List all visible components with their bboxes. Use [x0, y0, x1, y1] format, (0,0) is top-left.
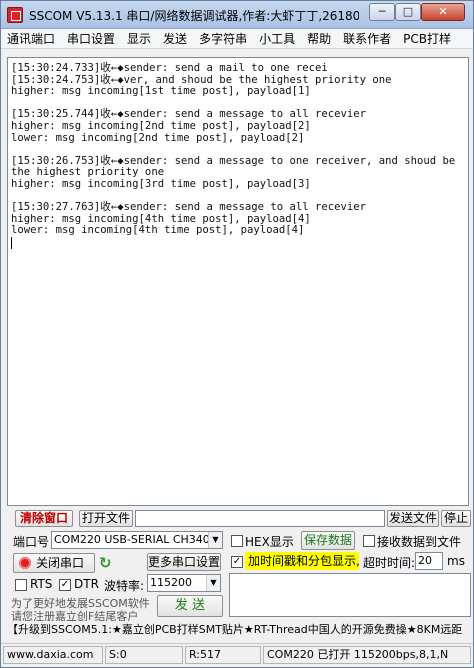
log-line: [15:30:24.733]收←◆sender: send a mail to …	[11, 62, 328, 74]
menu-help[interactable]: 帮助	[301, 29, 337, 48]
send-text-input[interactable]	[229, 573, 471, 617]
minimize-button[interactable]: ─	[369, 3, 395, 21]
sscom-window: SSCOM V5.13.1 串口/网络数据调试器,作者:大虾丁丁,2618058…	[0, 0, 474, 668]
menu-serial-settings[interactable]: 串口设置	[61, 29, 121, 48]
app-icon	[7, 7, 23, 23]
text-cursor	[11, 236, 12, 249]
menu-contact-author[interactable]: 联系作者	[337, 29, 397, 48]
menu-tools[interactable]: 小工具	[253, 29, 301, 48]
rts-label: RTS	[30, 577, 53, 591]
menu-send[interactable]: 发送	[157, 29, 193, 48]
close-port-label: 关闭串口	[36, 556, 85, 570]
website-link[interactable]: www.daxia.com	[3, 646, 103, 664]
port-label: 端口号	[13, 535, 50, 549]
menu-comm-port[interactable]: 通讯端口	[1, 29, 61, 48]
log-line: [15:30:26.753]收←◆sender: send a message …	[11, 154, 462, 179]
baud-rate-select[interactable]: 115200 ▼	[147, 574, 221, 592]
chevron-down-icon: ▼	[208, 532, 222, 548]
log-line: higher: msg incoming[3rd time post], pay…	[11, 177, 311, 190]
menu-display[interactable]: 显示	[121, 29, 157, 48]
title-bar[interactable]: SSCOM V5.13.1 串口/网络数据调试器,作者:大虾丁丁,2618058…	[1, 1, 473, 29]
log-line: lower: msg incoming[2nd time post], payl…	[11, 131, 305, 144]
log-line: lower: msg incoming[4th time post], payl…	[11, 224, 305, 237]
timestamp-checkbox[interactable]: ✓	[231, 556, 243, 568]
refresh-icon[interactable]: ↻	[99, 554, 112, 572]
received-count: R:517	[185, 646, 261, 664]
save-data-button[interactable]: 保存数据	[301, 531, 355, 550]
timeout-label: 超时时间:	[363, 556, 416, 570]
maximize-button[interactable]: □	[395, 3, 421, 21]
menu-multi-string[interactable]: 多字符串	[193, 29, 253, 48]
menu-pcb-proofing[interactable]: PCB打样	[397, 29, 457, 48]
log-line: [15:30:27.763]收←◆sender: send a message …	[11, 201, 367, 214]
hex-display-label: HEX显示	[245, 535, 294, 549]
clear-window-button[interactable]: 清除窗口	[15, 510, 73, 527]
close-port-button[interactable]: 关闭串口	[13, 553, 95, 573]
promo-marquee[interactable]: 【升级到SSCOM5.1:★嘉立创PCB打样SMT贴片★RT-Thread中国人…	[7, 621, 471, 639]
send-button[interactable]: 发 送	[157, 595, 223, 617]
chevron-down-icon: ▼	[206, 575, 220, 591]
status-bar: www.daxia.com S:0 R:517 COM220 已打开 11520…	[1, 643, 473, 665]
more-serial-settings-button[interactable]: 更多串口设置	[147, 553, 221, 571]
receive-to-file-label: 接收数据到文件	[377, 535, 462, 549]
file-path-input[interactable]	[135, 510, 385, 527]
timeout-unit-label: ms	[447, 554, 465, 568]
close-button[interactable]: ✕	[421, 3, 465, 21]
window-title: SSCOM V5.13.1 串口/网络数据调试器,作者:大虾丁丁,2618058	[29, 9, 359, 23]
timestamp-label: 加时间戳和分包显示,	[245, 552, 360, 570]
open-file-button[interactable]: 打开文件	[79, 510, 133, 527]
log-line: higher: msg incoming[2nd time post], pay…	[11, 119, 311, 132]
timeout-input[interactable]: 20	[415, 552, 443, 570]
log-line: higher: msg incoming[1st time post], pay…	[11, 85, 311, 98]
rts-checkbox[interactable]	[15, 579, 27, 591]
port-select-value: COM220 USB-SERIAL CH340	[54, 533, 210, 546]
dtr-label: DTR	[74, 577, 99, 591]
dtr-checkbox[interactable]: ✓	[59, 579, 71, 591]
receive-output-area[interactable]: [15:30:24.733]收←◆sender: send a mail to …	[7, 57, 469, 506]
baud-rate-value: 115200	[150, 576, 192, 589]
log-line: ​	[11, 144, 465, 156]
port-select[interactable]: COM220 USB-SERIAL CH340 ▼	[51, 531, 223, 549]
hex-display-checkbox[interactable]	[231, 535, 243, 547]
menu-bar: 通讯端口 串口设置 显示 发送 多字符串 小工具 帮助 联系作者 PCB打样	[1, 29, 473, 49]
port-status: COM220 已打开 115200bps,8,1,N	[263, 646, 471, 664]
port-status-icon	[19, 557, 31, 569]
send-file-button[interactable]: 发送文件	[387, 510, 439, 527]
baud-rate-label: 波特率:	[104, 579, 145, 593]
receive-to-file-checkbox[interactable]	[363, 535, 375, 547]
sent-count: S:0	[105, 646, 183, 664]
stop-button[interactable]: 停止	[441, 510, 471, 527]
